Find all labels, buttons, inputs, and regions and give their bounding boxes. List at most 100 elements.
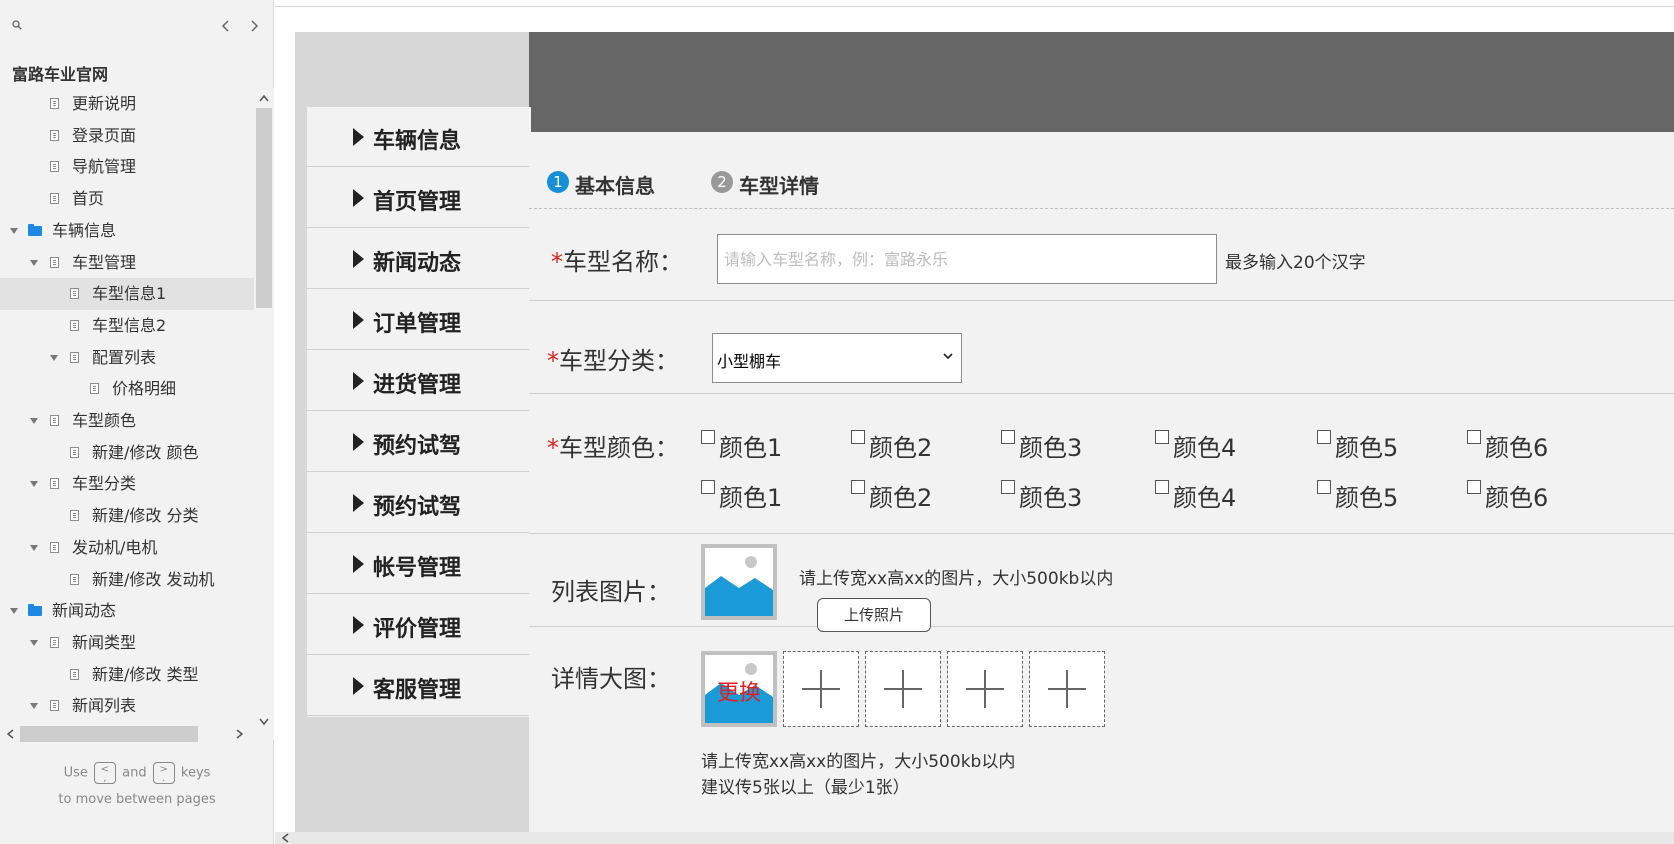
add-image-slot[interactable]	[947, 651, 1023, 727]
canvas-horizontal-scrollbar[interactable]	[275, 832, 1674, 844]
menu-item[interactable]: 首页管理	[307, 168, 531, 228]
menu-item[interactable]: 帐号管理	[307, 534, 531, 594]
color-checkbox[interactable]	[1001, 480, 1015, 494]
expand-caret-icon[interactable]	[30, 418, 38, 424]
color-checkbox[interactable]	[851, 430, 865, 444]
sidebar-item[interactable]: 新闻列表	[0, 690, 254, 722]
sidebar-item[interactable]: 车型颜色	[0, 405, 254, 437]
add-image-slot[interactable]	[865, 651, 941, 727]
detail-image-hint-2: 建议传5张以上（最少1张）	[701, 778, 910, 798]
model-name-hint: 最多输入20个汉字	[1225, 253, 1366, 273]
image-placeholder-icon	[705, 548, 773, 616]
menu-item[interactable]: 评价管理	[307, 595, 531, 655]
model-name-input[interactable]	[717, 234, 1217, 284]
horizontal-scroll-thumb[interactable]	[20, 726, 198, 742]
color-checkbox[interactable]	[1467, 480, 1481, 494]
sidebar-item[interactable]: 新闻类型	[0, 627, 254, 659]
sidebar-item[interactable]: 更新说明	[0, 88, 254, 120]
expand-caret-icon[interactable]	[10, 608, 18, 615]
step-number: 2	[711, 171, 733, 193]
expand-caret-icon[interactable]	[10, 227, 18, 234]
sidebar-item[interactable]: 价格明细	[0, 373, 254, 405]
replace-image-label[interactable]: 更换	[705, 675, 773, 707]
page-icon	[70, 573, 79, 585]
sidebar-item-label: 车型管理	[72, 252, 137, 272]
sidebar-item[interactable]: 导航管理	[0, 151, 254, 183]
add-image-slot[interactable]	[783, 651, 859, 727]
sidebar-item[interactable]: 车型管理	[0, 247, 254, 279]
sidebar-item[interactable]: 登录页面	[0, 120, 254, 152]
sidebar-item-label: 登录页面	[72, 125, 137, 145]
color-checkbox[interactable]	[1317, 480, 1331, 494]
menu-item[interactable]: 新闻动态	[307, 229, 531, 289]
menu-item[interactable]: 预约试驾	[307, 412, 531, 472]
sidebar-item-label: 车型颜色	[72, 411, 137, 430]
sidebar-item[interactable]: 首页	[0, 183, 254, 215]
step-label: 基本信息	[575, 174, 655, 198]
expand-caret-icon[interactable]	[30, 259, 38, 266]
scroll-left-icon[interactable]	[281, 833, 289, 843]
sidebar-item-label: 新建/修改 类型	[92, 664, 199, 684]
expand-caret-icon[interactable]	[30, 639, 38, 646]
sidebar-item[interactable]: 发动机/电机	[0, 532, 254, 564]
color-checkbox[interactable]	[701, 480, 715, 494]
sidebar-item[interactable]: 车型信息1	[0, 278, 254, 311]
sidebar-item[interactable]: 车辆信息	[0, 215, 254, 247]
caret-right-icon	[353, 128, 364, 146]
sidebar-toolbar	[0, 0, 274, 40]
scroll-right-icon[interactable]	[236, 729, 244, 739]
color-checkbox[interactable]	[1467, 430, 1481, 444]
color-checkbox[interactable]	[1155, 430, 1169, 444]
expand-caret-icon[interactable]	[50, 354, 58, 361]
sidebar-item[interactable]: 新建/修改 分类	[0, 500, 254, 532]
expand-caret-icon[interactable]	[30, 703, 38, 710]
horizontal-scrollbar[interactable]	[0, 724, 254, 744]
search-icon[interactable]	[12, 20, 22, 30]
menu-item[interactable]: 车辆信息	[307, 107, 531, 167]
menu-item-label: 客服管理	[373, 678, 462, 703]
sidebar-item-label: 发动机/电机	[72, 537, 158, 557]
color-option-label: 颜色6	[1485, 484, 1549, 512]
page-tree: 更新说明登录页面导航管理首页车辆信息车型管理车型信息1 车型信息2 配置列表 价格明细…	[0, 88, 254, 740]
header-band	[529, 32, 1674, 132]
sidebar-item[interactable]: 新闻动态	[0, 595, 254, 627]
sidebar-item[interactable]: 新建/修改 类型	[0, 659, 254, 691]
sidebar-item[interactable]: 新建/修改 发动机	[0, 564, 254, 596]
sidebar-item[interactable]: 新建/修改 颜色	[0, 437, 254, 469]
list-image-thumbnail[interactable]	[701, 544, 777, 620]
chevron-right-icon[interactable]	[246, 18, 262, 34]
color-checkbox[interactable]	[851, 480, 865, 494]
expand-caret-icon[interactable]	[30, 544, 38, 551]
add-image-slot[interactable]	[1029, 651, 1105, 727]
sidebar-item-label: 新闻列表	[72, 696, 137, 716]
scroll-left-icon[interactable]	[6, 729, 14, 739]
scroll-up-icon[interactable]	[259, 94, 269, 102]
menu-item[interactable]: 预约试驾	[307, 473, 531, 533]
sidebar-item-label: 导航管理	[72, 157, 137, 177]
list-image-label: 列表图片：	[551, 578, 671, 606]
menu-item[interactable]: 订单管理	[307, 290, 531, 350]
caret-right-icon	[353, 189, 364, 207]
plus-icon	[1048, 670, 1086, 708]
color-checkbox[interactable]	[1317, 430, 1331, 444]
vertical-scroll-thumb[interactable]	[256, 108, 272, 308]
sidebar-item-label: 新建/修改 发动机	[92, 569, 215, 589]
sidebar-item[interactable]: 配置列表	[0, 342, 254, 374]
page-icon	[50, 256, 59, 268]
row-model-name: *车型名称： 最多输入20个汉字	[529, 208, 1674, 301]
scroll-down-icon[interactable]	[259, 718, 269, 726]
sidebar-item-label: 首页	[72, 189, 105, 209]
sidebar-item[interactable]: 车型分类	[0, 468, 254, 500]
color-checkbox[interactable]	[701, 430, 715, 444]
vertical-scrollbar[interactable]	[254, 88, 274, 740]
color-checkbox[interactable]	[1001, 430, 1015, 444]
sidebar-item[interactable]: 车型信息2	[0, 310, 254, 342]
expand-caret-icon[interactable]	[30, 481, 38, 488]
detail-image-thumbnail[interactable]: 更换	[701, 651, 777, 727]
chevron-left-icon[interactable]	[218, 18, 234, 34]
sidebar-item-label: 新建/修改 颜色	[92, 442, 199, 462]
model-category-select[interactable]: 小型棚车	[712, 333, 962, 383]
menu-item[interactable]: 进货管理	[307, 351, 531, 411]
color-checkbox[interactable]	[1155, 480, 1169, 494]
menu-item[interactable]: 客服管理	[307, 656, 531, 716]
